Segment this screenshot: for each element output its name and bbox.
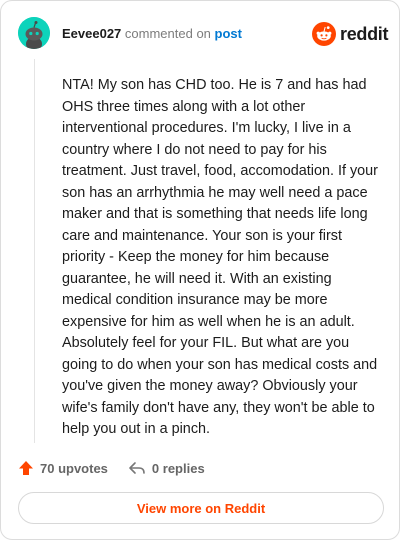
thread-line <box>34 59 35 443</box>
reddit-wordmark: reddit <box>340 23 389 44</box>
user-avatar[interactable] <box>18 17 50 49</box>
snoo-avatar-icon <box>18 17 50 49</box>
comment-header: Eevee027 commented on post <box>62 26 242 42</box>
username-link[interactable]: Eevee027 <box>62 26 121 41</box>
post-link[interactable]: post <box>215 26 242 41</box>
upvote-arrow-icon <box>19 461 33 475</box>
reddit-logo[interactable]: reddit <box>312 21 389 47</box>
reply-count: 0 replies <box>151 460 205 476</box>
reply-arrow-icon <box>129 462 145 474</box>
comment-actions: 70 upvotes 0 replies <box>18 457 205 479</box>
reddit-comment-card: Eevee027 commented on post reddit NTA! M… <box>0 0 400 540</box>
commented-on-text: commented on <box>124 26 211 41</box>
view-more-button[interactable]: View more on Reddit <box>18 492 384 524</box>
replies-button[interactable]: 0 replies <box>128 460 205 476</box>
comment-body: NTA! My son has CHD too. He is 7 and has… <box>62 77 378 437</box>
upvote-button[interactable]: 70 upvotes <box>18 460 108 476</box>
reddit-alien-icon <box>312 22 336 46</box>
upvote-count: 70 upvotes <box>40 460 108 476</box>
